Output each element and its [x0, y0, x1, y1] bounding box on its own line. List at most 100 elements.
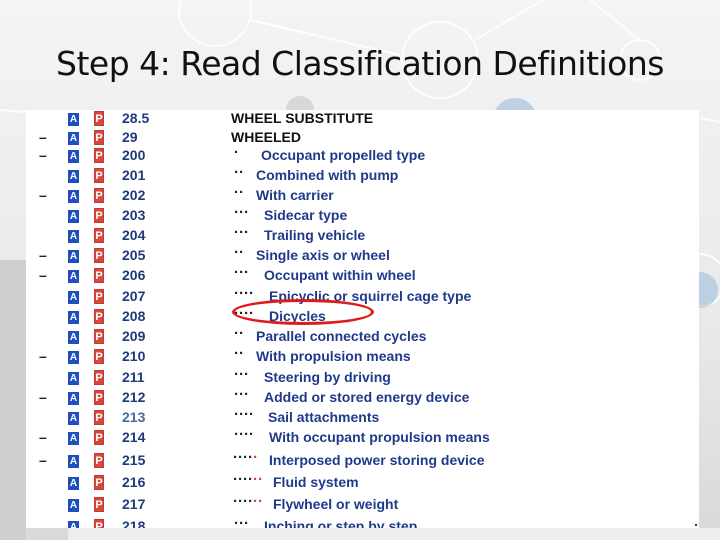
collapse-toggle[interactable]: –: [39, 129, 49, 145]
patent-p-icon[interactable]: P: [94, 289, 104, 304]
class-row[interactable]: – A P 214 ···· With occupant propulsion means: [26, 426, 699, 449]
class-row[interactable]: – A P 200 · Occupant propelled type: [26, 144, 699, 167]
definition-a-icon[interactable]: A: [68, 331, 79, 344]
classification-title-link[interactable]: Occupant within wheel: [264, 267, 416, 283]
definition-a-icon[interactable]: A: [68, 250, 79, 263]
class-row[interactable]: – A P 212 ··· Added or stored energy device: [26, 386, 699, 409]
patent-p-icon[interactable]: P: [94, 349, 104, 364]
subclass-number-link[interactable]: 214: [122, 429, 145, 445]
classification-title-link[interactable]: With occupant propulsion means: [269, 429, 490, 445]
subclass-number-link[interactable]: 204: [122, 227, 145, 243]
definition-a-icon[interactable]: A: [68, 455, 79, 468]
class-row[interactable]: – A P 202 ·· With carrier: [26, 184, 699, 207]
class-row[interactable]: A P 216 ······ Fluid system: [26, 471, 699, 494]
definition-a-icon[interactable]: A: [68, 351, 79, 364]
definition-a-icon[interactable]: A: [68, 477, 79, 490]
patent-p-icon[interactable]: P: [94, 168, 104, 183]
classification-title-link[interactable]: Inching or step by step: [264, 518, 417, 528]
patent-p-icon[interactable]: P: [94, 309, 104, 324]
classification-title-link[interactable]: Trailing vehicle: [264, 227, 365, 243]
subclass-number-link[interactable]: 203: [122, 207, 145, 223]
classification-title-link[interactable]: Combined with pump: [256, 167, 398, 183]
patent-p-icon[interactable]: P: [94, 148, 104, 163]
subclass-number-link[interactable]: 207: [122, 288, 145, 304]
class-row[interactable]: A P 218 ··· Inching or step by step: [26, 515, 699, 528]
definition-a-icon[interactable]: A: [68, 499, 79, 512]
definition-a-icon[interactable]: A: [68, 113, 79, 126]
collapse-toggle[interactable]: –: [39, 267, 49, 283]
patent-p-icon[interactable]: P: [94, 130, 104, 145]
class-row[interactable]: A P 213 ···· Sail attachments: [26, 406, 699, 429]
collapse-toggle[interactable]: –: [39, 348, 49, 364]
patent-p-icon[interactable]: P: [94, 430, 104, 445]
definition-a-icon[interactable]: A: [68, 372, 79, 385]
definition-a-icon[interactable]: A: [68, 311, 79, 324]
subclass-number-link[interactable]: 217: [122, 496, 145, 512]
subclass-number-link[interactable]: 209: [122, 328, 145, 344]
collapse-toggle[interactable]: –: [39, 247, 49, 263]
class-row[interactable]: A P 217 ······ Flywheel or weight: [26, 493, 699, 516]
class-row[interactable]: – A P 206 ··· Occupant within wheel: [26, 264, 699, 287]
definition-a-icon[interactable]: A: [68, 392, 79, 405]
classification-title-link[interactable]: Single axis or wheel: [256, 247, 390, 263]
classification-title-link[interactable]: Sidecar type: [264, 207, 347, 223]
patent-p-icon[interactable]: P: [94, 188, 104, 203]
definition-a-icon[interactable]: A: [68, 521, 79, 528]
classification-title-link[interactable]: Flywheel or weight: [273, 496, 398, 512]
definition-a-icon[interactable]: A: [68, 210, 79, 223]
patent-p-icon[interactable]: P: [94, 248, 104, 263]
patent-p-icon[interactable]: P: [94, 497, 104, 512]
subclass-number-link[interactable]: 210: [122, 348, 145, 364]
subclass-number-link[interactable]: 201: [122, 167, 145, 183]
classification-title-link[interactable]: Parallel connected cycles: [256, 328, 426, 344]
subclass-number-link[interactable]: 218: [122, 518, 145, 528]
class-row[interactable]: A P 211 ··· Steering by driving: [26, 366, 699, 389]
patent-p-icon[interactable]: P: [94, 208, 104, 223]
subclass-number-link[interactable]: 205: [122, 247, 145, 263]
class-row[interactable]: A P 201 ·· Combined with pump: [26, 164, 699, 187]
subclass-number-link[interactable]: 216: [122, 474, 145, 490]
definition-a-icon[interactable]: A: [68, 132, 79, 145]
collapse-toggle[interactable]: –: [39, 187, 49, 203]
patent-p-icon[interactable]: P: [94, 111, 104, 126]
patent-p-icon[interactable]: P: [94, 475, 104, 490]
classification-title-link[interactable]: Added or stored energy device: [264, 389, 469, 405]
collapse-toggle[interactable]: –: [39, 429, 49, 445]
classification-title-link[interactable]: Interposed power storing device: [269, 452, 485, 468]
patent-p-icon[interactable]: P: [94, 453, 104, 468]
patent-p-icon[interactable]: P: [94, 329, 104, 344]
subclass-number-link[interactable]: 202: [122, 187, 145, 203]
definition-a-icon[interactable]: A: [68, 230, 79, 243]
subclass-number-link[interactable]: 215: [122, 452, 145, 468]
definition-a-icon[interactable]: A: [68, 412, 79, 425]
subclass-number-link[interactable]: 212: [122, 389, 145, 405]
collapse-toggle[interactable]: –: [39, 147, 49, 163]
classification-title-link[interactable]: Sail attachments: [268, 409, 379, 425]
classification-title-link[interactable]: With propulsion means: [256, 348, 411, 364]
definition-a-icon[interactable]: A: [68, 270, 79, 283]
class-row[interactable]: A P 204 ··· Trailing vehicle: [26, 224, 699, 247]
definition-a-icon[interactable]: A: [68, 170, 79, 183]
classification-title-link[interactable]: Steering by driving: [264, 369, 391, 385]
classification-title-link[interactable]: Fluid system: [273, 474, 359, 490]
subclass-number-link[interactable]: 200: [122, 147, 145, 163]
class-row[interactable]: – A P 210 ·· With propulsion means: [26, 345, 699, 368]
subclass-number-link[interactable]: 211: [122, 369, 145, 385]
classification-title-link[interactable]: Occupant propelled type: [261, 147, 425, 163]
patent-p-icon[interactable]: P: [94, 268, 104, 283]
subclass-number-link[interactable]: 29: [122, 129, 138, 145]
subclass-number-link[interactable]: 208: [122, 308, 145, 324]
subclass-number-link[interactable]: 213: [122, 409, 145, 425]
patent-p-icon[interactable]: P: [94, 390, 104, 405]
class-row[interactable]: – A P 215 ····· Interposed power storing devi…: [26, 449, 699, 472]
subclass-number-link[interactable]: 28.5: [122, 110, 149, 126]
patent-p-icon[interactable]: P: [94, 370, 104, 385]
collapse-toggle[interactable]: –: [39, 452, 49, 468]
definition-a-icon[interactable]: A: [68, 432, 79, 445]
class-row[interactable]: A P 28.5: [26, 110, 699, 130]
class-row[interactable]: A P 209 ·· Parallel connected cycles: [26, 325, 699, 348]
subclass-number-link[interactable]: 206: [122, 267, 145, 283]
class-row[interactable]: A P 203 ··· Sidecar type: [26, 204, 699, 227]
definition-a-icon[interactable]: A: [68, 190, 79, 203]
class-row[interactable]: – A P 29: [26, 129, 699, 149]
